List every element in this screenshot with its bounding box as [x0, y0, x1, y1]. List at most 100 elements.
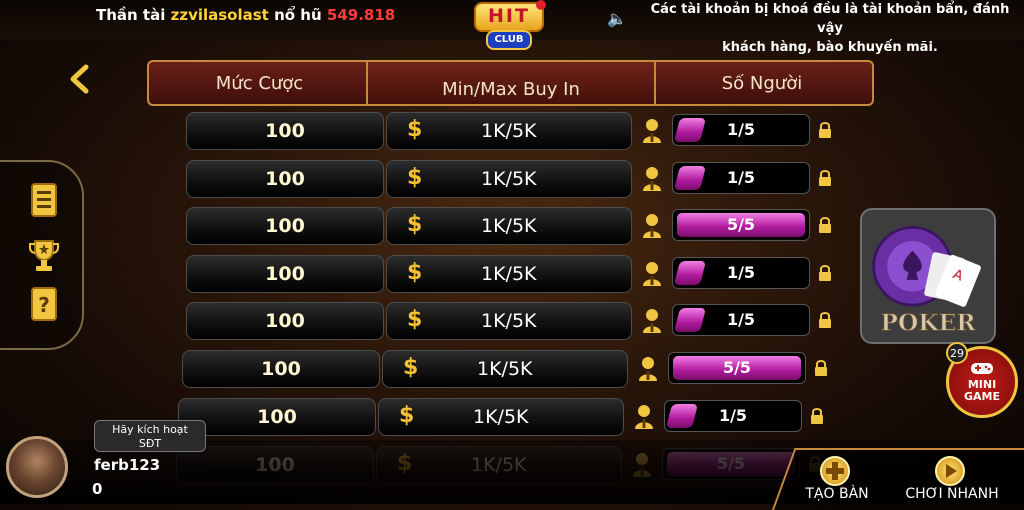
- notice-line-2: khách hàng, bào khuyến mãi.: [722, 40, 938, 55]
- bet-amount: 100: [178, 398, 376, 436]
- activate-line-2: SĐT: [138, 437, 162, 450]
- buyin-cell: $1K/5K: [382, 350, 628, 388]
- jackpot-amount: 549.818: [326, 6, 396, 24]
- notification-dot: [536, 0, 546, 10]
- lock-icon: [819, 122, 831, 138]
- buyin-cell: $1K/5K: [386, 160, 632, 198]
- dollar-icon: $: [407, 165, 423, 190]
- activate-line-1: Hãy kích hoạt: [112, 423, 188, 436]
- create-table-button[interactable]: TẠO BÀN: [782, 452, 892, 504]
- buyin-value: 1K/5K: [481, 263, 537, 285]
- buyin-cell: $1K/5K: [386, 255, 632, 293]
- trophy-icon[interactable]: [28, 238, 60, 274]
- table-row[interactable]: 100$1K/5K5/5: [182, 350, 842, 388]
- balance: 0: [92, 480, 103, 498]
- chevron-left-icon: [70, 64, 89, 94]
- bet-amount: 100: [186, 255, 384, 293]
- logo-sub: CLUB: [486, 30, 532, 50]
- jackpot-ticker: Thần tài zzvilasolast nổ hũ 549.818: [96, 6, 395, 24]
- username: ferb123: [94, 456, 161, 474]
- players-count: 5/5: [726, 215, 756, 234]
- mini-game-label: MINI GAME: [949, 379, 1015, 403]
- hit-club-logo: HIT CLUB: [470, 0, 546, 50]
- players-bar: 1/5: [672, 162, 810, 194]
- table-row[interactable]: 100 $1K/5K 1/5: [178, 398, 838, 436]
- jackpot-middle: nổ hũ: [274, 6, 322, 24]
- jackpot-user: zzvilasolast: [170, 6, 269, 24]
- header-buyin: Min/Max Buy In: [366, 60, 656, 106]
- mini-game-badge: 29: [946, 342, 968, 364]
- user-icon: [643, 214, 661, 238]
- back-button[interactable]: [68, 64, 90, 94]
- buyin-cell: $1K/5K: [378, 398, 624, 436]
- buyin-value: 1K/5K: [477, 358, 533, 380]
- gamepad-icon: [971, 363, 993, 374]
- buyin-value: 1K/5K: [481, 215, 537, 237]
- buyin-value: 1K/5K: [473, 406, 529, 428]
- buyin-cell: $1K/5K: [386, 112, 632, 150]
- bet-amount: 100: [186, 112, 384, 150]
- quick-play-label: CHƠI NHANH: [905, 486, 999, 502]
- notice-line-1: Các tài khoản bị khoá đều là tài khoản b…: [650, 2, 1010, 36]
- lock-icon: [811, 408, 823, 424]
- dollar-icon: $: [403, 355, 419, 380]
- bet-amount: 100: [186, 160, 384, 198]
- plus-icon: [820, 456, 850, 486]
- players-count: 1/5: [726, 120, 756, 139]
- table-row[interactable]: 100 $1K/5K 1/5: [186, 302, 846, 340]
- dollar-icon: $: [407, 307, 423, 332]
- speaker-icon[interactable]: 🔈: [607, 9, 627, 28]
- players-count: 5/5: [722, 358, 752, 377]
- table-row[interactable]: 100 $1K/5K 1/5: [186, 112, 846, 150]
- lock-icon: [815, 360, 827, 376]
- lock-icon: [819, 217, 831, 233]
- players-bar: 5/5: [668, 352, 806, 384]
- buyin-cell: $1K/5K: [386, 207, 632, 245]
- table-row[interactable]: 100 $1K/5K 1/5: [186, 255, 846, 293]
- players-bar: 1/5: [672, 304, 810, 336]
- avatar-frame[interactable]: [0, 430, 84, 504]
- notice-marquee: Các tài khoản bị khoá đều là tài khoản b…: [640, 0, 1020, 57]
- bet-amount: 100: [186, 302, 384, 340]
- help-icon[interactable]: ?: [28, 286, 60, 322]
- activate-phone-button[interactable]: Hãy kích hoạt SĐT: [94, 420, 206, 452]
- players-count: 1/5: [726, 263, 756, 282]
- header-bet: Mức Cược: [147, 60, 372, 106]
- buyin-value: 1K/5K: [481, 168, 537, 190]
- players-bar: 1/5: [672, 114, 810, 146]
- header-players: Số Người: [650, 60, 874, 106]
- document-icon[interactable]: [28, 182, 60, 218]
- players-bar: 1/5: [672, 257, 810, 289]
- jackpot-prefix: Thần tài: [96, 6, 166, 24]
- buyin-value: 1K/5K: [481, 120, 537, 142]
- logo-main: HIT: [474, 2, 544, 32]
- players-count: 1/5: [718, 406, 748, 425]
- dollar-icon: $: [407, 117, 423, 142]
- table-row[interactable]: 100 $1K/5K 1/5: [186, 160, 846, 198]
- players-count: 1/5: [726, 310, 756, 329]
- table-row[interactable]: 100$1K/5K5/5: [186, 207, 846, 245]
- lock-icon: [819, 265, 831, 281]
- quick-play-button[interactable]: CHƠI NHANH: [897, 452, 1007, 504]
- dollar-icon: $: [399, 403, 415, 428]
- dollar-icon: $: [407, 212, 423, 237]
- user-icon: [643, 119, 661, 143]
- user-icon: [643, 309, 661, 333]
- user-icon: [643, 262, 661, 286]
- user-icon: [639, 357, 657, 381]
- lock-icon: [819, 312, 831, 328]
- avatar[interactable]: [6, 436, 68, 498]
- create-table-label: TẠO BÀN: [805, 486, 869, 502]
- mini-game-label-2: GAME: [963, 390, 1000, 403]
- svg-text:?: ?: [38, 293, 50, 317]
- buyin-value: 1K/5K: [481, 310, 537, 332]
- dollar-icon: $: [407, 260, 423, 285]
- bet-amount: 100: [182, 350, 380, 388]
- buyin-cell: $1K/5K: [386, 302, 632, 340]
- players-bar: 5/5: [672, 209, 810, 241]
- players-count: 1/5: [726, 168, 756, 187]
- players-bar: 1/5: [664, 400, 802, 432]
- poker-game-tile[interactable]: A POKER: [860, 208, 996, 344]
- user-icon: [643, 167, 661, 191]
- lock-icon: [819, 170, 831, 186]
